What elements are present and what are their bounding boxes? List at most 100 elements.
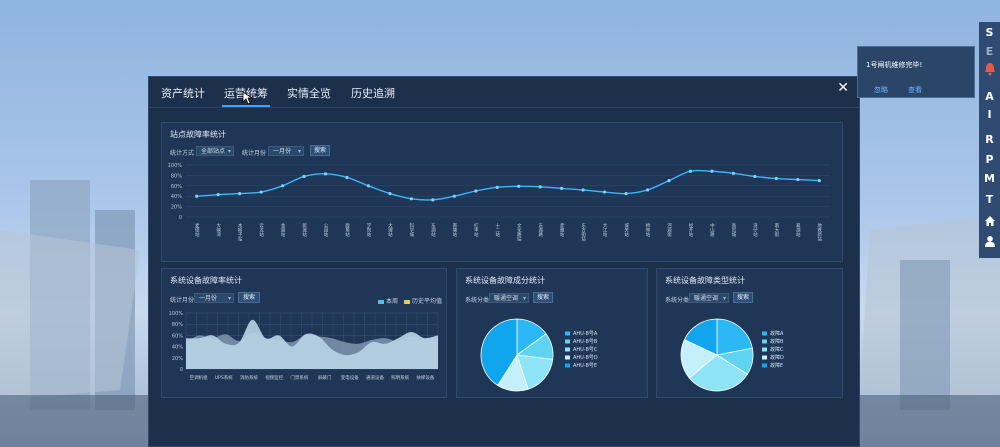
station-scope-select[interactable]: 全部站点 ▾: [196, 146, 234, 156]
chevron-down-icon: ▾: [227, 295, 231, 302]
data-point: [624, 192, 628, 196]
sidebar-item-t[interactable]: T: [979, 193, 1000, 206]
panel-title: 站点故障率统计: [170, 130, 226, 139]
data-point: [216, 193, 220, 197]
x-tick-label: 文化路站: [516, 222, 521, 243]
filter-label: 统计月份: [242, 150, 267, 157]
x-tick-label: UPS系统: [215, 374, 233, 381]
sidebar-item-r[interactable]: R: [979, 133, 1000, 146]
legend-label: 故障E: [770, 362, 783, 369]
data-point: [302, 174, 306, 179]
station-month-select[interactable]: 一月份 ▾: [268, 146, 304, 156]
x-tick-label: 东湖路: [538, 222, 543, 238]
x-tick-label: 变电设备: [341, 374, 359, 381]
x-tick-label: 木棉子站: [237, 222, 242, 243]
y-tick-label: 60%: [171, 184, 182, 190]
x-tick-label: 麦德站: [194, 222, 199, 238]
legend-label: 故障B: [770, 338, 784, 345]
type-category-select[interactable]: 暖通空调 ▾: [689, 293, 729, 303]
sidebar-item-i[interactable]: I: [979, 108, 1000, 121]
legend-swatch: [378, 299, 384, 304]
user-icon[interactable]: [979, 235, 1000, 250]
panel-title: 系统设备故障率统计: [170, 276, 242, 285]
home-icon[interactable]: [979, 215, 1000, 230]
x-tick-label: 新城站: [302, 222, 307, 238]
view-button[interactable]: 查看: [908, 85, 922, 95]
x-tick-label: 通道设备: [366, 374, 384, 381]
y-tick-label: 100%: [169, 311, 184, 317]
legend-label: 故障A: [770, 330, 784, 337]
legend-swatch: [762, 339, 767, 344]
legend-label: 故障C: [770, 346, 784, 353]
x-tick-label: 河源街: [667, 222, 672, 238]
select-value: 暖通空调: [694, 295, 719, 302]
station-fault-line-chart: 100% 80% 60% 40% 20% 0 麦德站 大峡湾 木棉子站 云龙站 会展站 新城站 公园站 鹿…: [168, 163, 830, 243]
x-tick-label: 赤雅站: [559, 223, 564, 238]
data-point: [710, 169, 714, 173]
x-tick-label: 十二站: [495, 222, 500, 238]
x-tick-label: 门禁系统: [290, 374, 308, 381]
system-fault-panel: 系统设备故障率统计 统计月份 一月份 ▾ 搜索 本周 历史平均值 100% 80% 6…: [161, 268, 447, 398]
y-tick-label: 20%: [171, 205, 182, 211]
data-point: [366, 184, 371, 188]
legend-label: AHU-B号C: [573, 347, 598, 353]
sidebar-item-p[interactable]: P: [979, 153, 1000, 166]
x-tick-label: 公园站: [323, 223, 328, 238]
sidebar-item-m[interactable]: M: [979, 172, 1000, 185]
x-tick-label: 经开站: [688, 222, 693, 238]
data-point: [774, 176, 778, 181]
chevron-down-icon: ▾: [297, 148, 301, 155]
search-button[interactable]: 搜索: [733, 292, 753, 303]
sidebar-item-a[interactable]: A: [979, 90, 1000, 103]
x-tick-label: 中山路: [709, 222, 714, 238]
series-line: [196, 169, 820, 201]
tab-asset-statistics[interactable]: 资产统计: [161, 85, 205, 101]
x-tick-label: 鹿角站: [345, 222, 350, 238]
data-point: [517, 184, 521, 188]
x-tick-label: 地铁新站: [817, 222, 822, 243]
filter-label: 统计月份: [170, 297, 195, 304]
data-point: [259, 190, 263, 194]
x-tick-label: 扶梯设备: [416, 374, 434, 381]
close-icon[interactable]: ✕: [837, 80, 849, 96]
data-point: [753, 174, 757, 179]
fault-type-panel: 系统设备故障类型统计 系统分类 暖通空调 ▾ 搜索 故障A 故障B 故障C 故障D 故障E: [656, 268, 843, 398]
y-tick-label: 20%: [172, 356, 183, 362]
legend-swatch: [762, 331, 767, 336]
select-value: 全部站点: [201, 148, 226, 155]
composition-category-select[interactable]: 暖通空调 ▾: [489, 293, 529, 303]
tab-live-overview[interactable]: 实情全览: [287, 85, 331, 101]
x-tick-label: 屏蔽门: [318, 374, 332, 381]
data-point: [817, 179, 821, 183]
data-point: [581, 188, 585, 192]
ignore-button[interactable]: 忽略: [874, 85, 888, 95]
data-point: [538, 185, 542, 189]
data-point: [731, 171, 736, 175]
system-month-select[interactable]: 一月份 ▾: [194, 293, 234, 303]
search-button[interactable]: 搜索: [533, 292, 553, 303]
y-tick-label: 80%: [172, 322, 183, 328]
tab-history-trace[interactable]: 历史追溯: [351, 85, 395, 101]
statistics-modal: 资产统计 运营统筹 实情全览 历史追溯 ✕ 站点故障率统计 统计方式 全部站点 ▾…: [148, 76, 860, 447]
legend-history-average: 历史平均值: [404, 296, 442, 305]
search-button[interactable]: 搜索: [310, 145, 330, 156]
data-point: [645, 188, 650, 192]
search-button[interactable]: 搜索: [238, 292, 260, 303]
data-point: [796, 177, 800, 182]
sidebar-item-s[interactable]: S: [979, 26, 1000, 39]
data-point: [431, 198, 435, 202]
bell-icon[interactable]: [979, 62, 1000, 79]
sidebar-item-e[interactable]: E: [979, 45, 1000, 58]
data-point: [688, 169, 693, 173]
x-tick-label: 城关站: [624, 222, 629, 238]
system-fault-area-chart: 100% 80% 60% 40% 20% 0 空调机组 UPS系统 消防系统 视频监控 门禁系统 屏蔽…: [169, 311, 439, 381]
x-tick-label: 桥林站: [645, 222, 650, 238]
x-tick-label: 视频监控: [265, 374, 283, 381]
x-tick-label: 学院站: [366, 222, 371, 238]
y-tick-label: 100%: [168, 163, 183, 169]
x-tick-label: 东方街站: [581, 222, 586, 243]
select-value: 一月份: [199, 295, 218, 302]
x-tick-label: 大理站: [387, 222, 392, 238]
legend-swatch: [404, 299, 410, 304]
x-tick-label: 东湖站: [430, 222, 435, 238]
